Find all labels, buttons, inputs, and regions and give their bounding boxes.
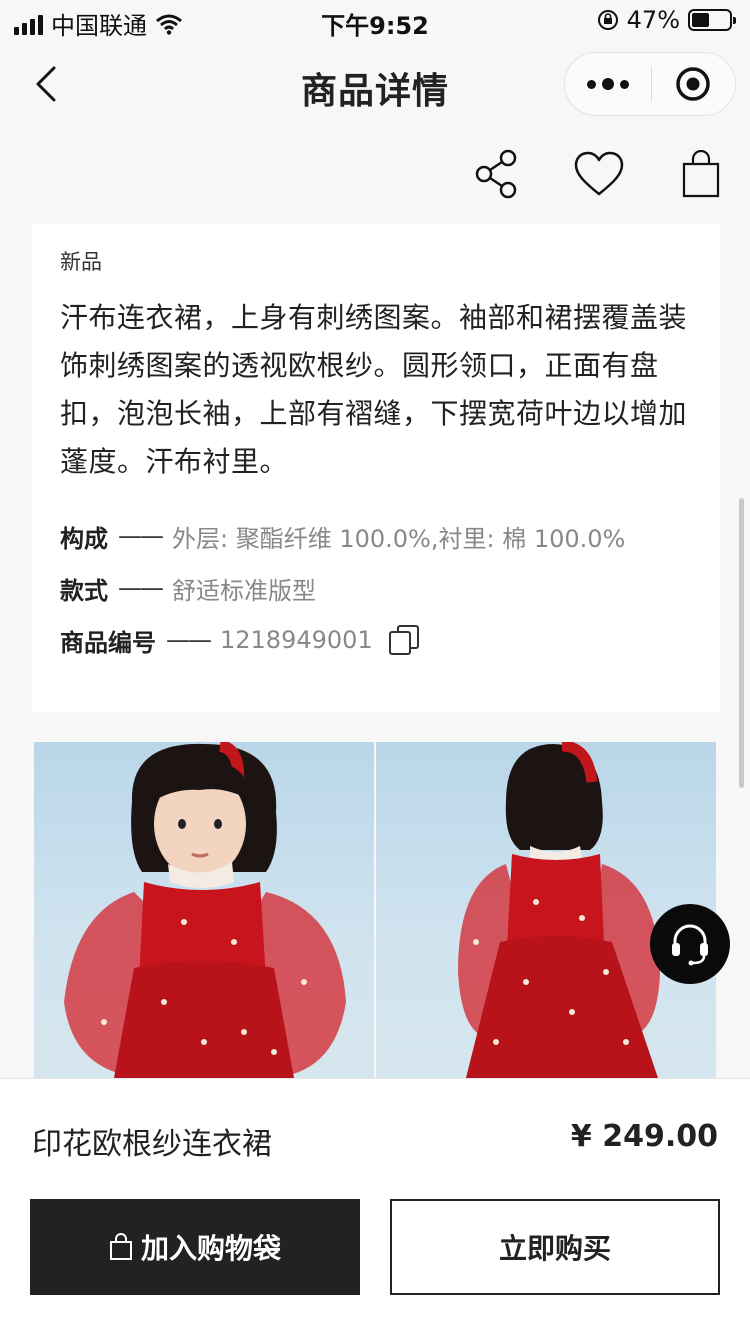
- more-dot: [586, 79, 596, 89]
- spec-value: 外层: 聚酯纤维 100.0%,衬里: 棉 100.0%: [172, 524, 626, 553]
- bag-icon: [109, 1233, 132, 1260]
- status-right: 47%: [597, 6, 736, 34]
- product-gallery: [34, 742, 716, 1078]
- spec-composition: 构成 —— 外层: 聚酯纤维 100.0%,衬里: 棉 100.0%: [60, 516, 692, 556]
- product-info-card: 新品 汗布连衣裙，上身有刺绣图案。袖部和裙摆覆盖装饰刺绣图案的透视欧根纱。圆形领…: [32, 224, 720, 712]
- more-dot: [619, 79, 629, 89]
- new-tag: 新品: [60, 250, 102, 274]
- target-icon: [676, 67, 710, 101]
- product-description: 汗布连衣裙，上身有刺绣图案。袖部和裙摆覆盖装饰刺绣图案的透视欧根纱。圆形领口，正…: [60, 301, 688, 478]
- more-dot: [601, 78, 614, 90]
- spec-key: 商品编号: [60, 628, 156, 657]
- battery-icon: [688, 9, 736, 31]
- spec-key: 构成: [60, 524, 108, 553]
- product-name: 印花欧根纱连衣裙: [32, 1127, 272, 1162]
- spec-style: 款式 —— 舒适标准版型: [60, 568, 692, 608]
- spec-dash: ——: [118, 522, 164, 550]
- buy-now-label: 立即购买: [498, 1232, 611, 1265]
- product-photo-back[interactable]: [376, 742, 716, 1078]
- battery-percent: 47%: [626, 6, 680, 34]
- product-actions: [472, 146, 726, 202]
- heart-icon: [574, 151, 624, 196]
- product-price: ¥ 249.00: [570, 1119, 718, 1154]
- spec-sku: 商品编号 —— 1218949001: [60, 620, 692, 660]
- close-miniprogram-button[interactable]: [652, 53, 736, 115]
- purchase-bar: 印花欧根纱连衣裙 ¥ 249.00 加入购物袋 立即购买: [0, 1078, 750, 1334]
- customer-service-button[interactable]: [650, 904, 730, 984]
- buy-now-button[interactable]: 立即购买: [390, 1199, 720, 1295]
- miniprogram-capsule: [564, 52, 736, 116]
- girl-front-illustration: [64, 742, 346, 1078]
- headset-icon: [672, 924, 708, 966]
- add-to-bag-label: 加入购物袋: [140, 1232, 281, 1265]
- copy-icon[interactable]: [388, 625, 419, 655]
- nav-bar: 商品详情: [0, 44, 750, 128]
- add-to-bag-button[interactable]: 加入购物袋: [30, 1199, 360, 1295]
- girl-back-illustration: [458, 742, 660, 1078]
- status-bar: 中国联通 下午9:52 47%: [0, 0, 750, 40]
- spec-list: 构成 —— 外层: 聚酯纤维 100.0%,衬里: 棉 100.0% 款式 ——…: [60, 516, 692, 660]
- more-button[interactable]: [565, 53, 651, 115]
- favorite-button[interactable]: [574, 146, 624, 202]
- share-button[interactable]: [472, 146, 522, 202]
- bag-button[interactable]: [676, 146, 726, 202]
- spec-key: 款式: [60, 576, 108, 605]
- spec-dash: ——: [118, 574, 164, 602]
- orientation-lock-icon: [597, 10, 618, 30]
- spec-value: 舒适标准版型: [172, 576, 316, 605]
- share-icon: [475, 149, 517, 199]
- shopping-bag-icon: [682, 150, 720, 198]
- spec-dash: ——: [166, 626, 212, 654]
- sku-value: 1218949001: [220, 626, 373, 654]
- product-photo-front[interactable]: [34, 742, 374, 1078]
- scrollbar[interactable]: [739, 498, 744, 788]
